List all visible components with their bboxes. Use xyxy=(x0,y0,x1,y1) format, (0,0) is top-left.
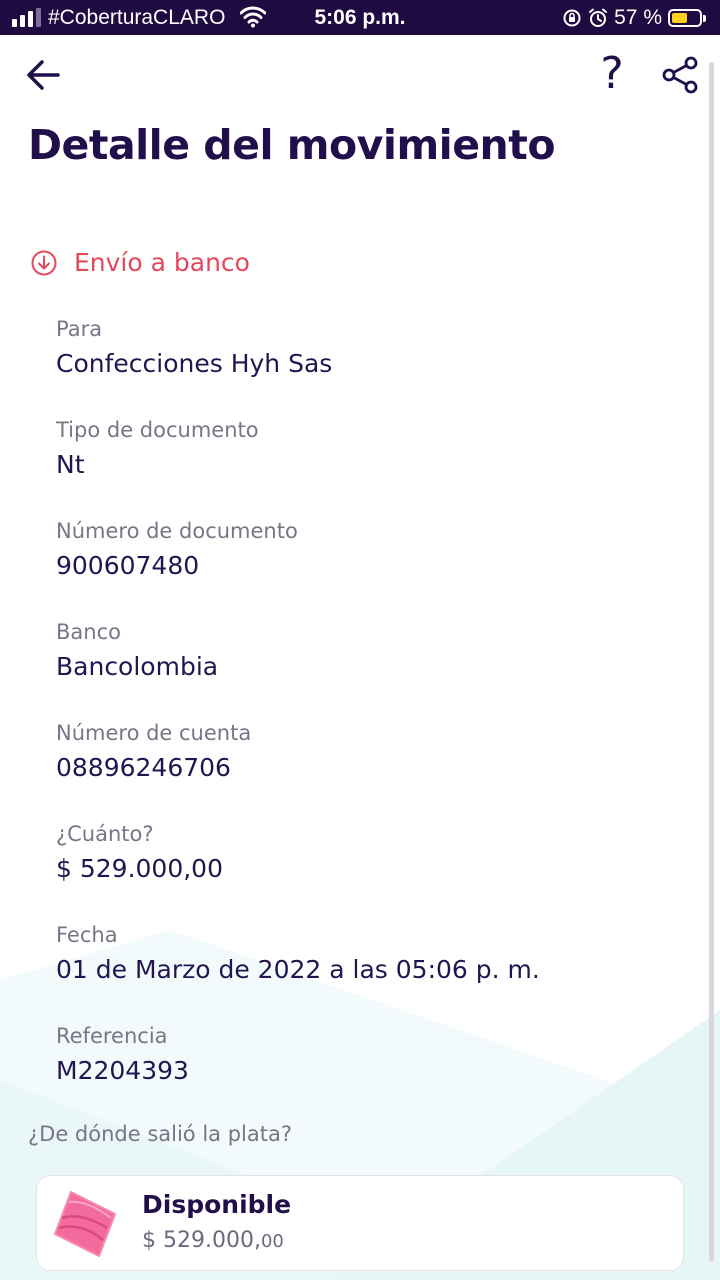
page-title: Detalle del movimiento xyxy=(28,121,556,169)
top-navigation: ? xyxy=(0,35,720,115)
scrollbar[interactable] xyxy=(709,62,714,1262)
pocket-card[interactable]: Disponible $ 529.000,00 xyxy=(36,1175,684,1271)
field-label: Tipo de documento xyxy=(56,418,259,442)
movement-type-label: Envío a banco xyxy=(74,248,250,277)
field-document-type: Tipo de documento Nt xyxy=(56,415,676,516)
source-question: ¿De dónde salió la plata? xyxy=(28,1122,292,1146)
field-value: M2204393 xyxy=(56,1056,189,1085)
arrow-left-icon[interactable] xyxy=(22,53,66,97)
pocket-amount: $ 529.000,00 xyxy=(142,1228,284,1253)
battery-level xyxy=(672,13,687,23)
pocket-name: Disponible xyxy=(142,1190,292,1219)
field-recipient: Para Confecciones Hyh Sas xyxy=(56,314,676,415)
field-value: Bancolombia xyxy=(56,652,219,681)
battery-icon xyxy=(668,9,706,27)
field-date: Fecha 01 de Marzo de 2022 a las 05:06 p.… xyxy=(56,920,676,1021)
movement-type: Envío a banco xyxy=(30,248,250,277)
field-label: Número de cuenta xyxy=(56,721,252,745)
pocket-icon xyxy=(54,1191,116,1257)
field-label: ¿Cuánto? xyxy=(56,822,154,846)
field-bank: Banco Bancolombia xyxy=(56,617,676,718)
status-right: 57 % xyxy=(562,6,706,30)
pocket-amount-cents: 00 xyxy=(260,1231,284,1252)
field-label: Banco xyxy=(56,620,121,644)
field-reference: Referencia M2204393 xyxy=(56,1021,676,1122)
field-label: Fecha xyxy=(56,923,118,947)
field-value: 08896246706 xyxy=(56,753,231,782)
field-value: Confecciones Hyh Sas xyxy=(56,349,333,378)
rotation-lock-icon xyxy=(563,9,581,27)
field-label: Referencia xyxy=(56,1024,168,1048)
share-icon[interactable] xyxy=(660,55,700,95)
field-document-number: Número de documento 900607480 xyxy=(56,516,676,617)
battery-percent: 57 % xyxy=(614,6,662,29)
field-value: $ 529.000,00 xyxy=(56,854,223,883)
movement-details: Para Confecciones Hyh Sas Tipo de docume… xyxy=(56,314,676,1122)
field-label: Número de documento xyxy=(56,519,298,543)
alarm-icon xyxy=(589,8,608,27)
field-value: Nt xyxy=(56,450,85,479)
arrow-down-circle-icon xyxy=(31,250,57,275)
field-label: Para xyxy=(56,317,103,341)
field-value: 01 de Marzo de 2022 a las 05:06 p. m. xyxy=(56,955,540,984)
status-bar: #CoberturaCLARO 5:06 p.m. 57 % xyxy=(0,0,720,35)
help-button[interactable]: ? xyxy=(592,49,632,99)
field-amount: ¿Cuánto? $ 529.000,00 xyxy=(56,819,676,920)
field-value: 900607480 xyxy=(56,551,200,580)
field-account-number: Número de cuenta 08896246706 xyxy=(56,718,676,819)
pocket-amount-main: $ 529.000, xyxy=(142,1228,261,1253)
